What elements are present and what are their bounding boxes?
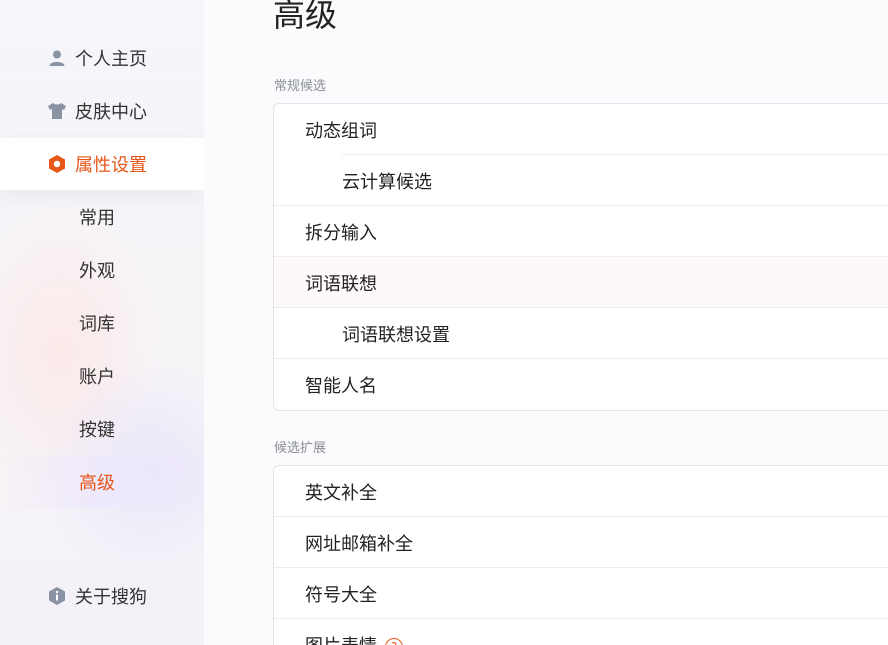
settings-card-regular: 动态组词 云计算候选 拆分输入 词语联想 词语联想设置 智能人名: [273, 103, 888, 411]
settings-card-extensions: 英文补全 网址邮箱补全 符号大全 图片表情?: [273, 465, 888, 645]
sidebar: 个人主页 皮肤中心 属性设置 常用 外观 词库 账户 按键 高级 关于搜狗: [0, 0, 204, 645]
sidebar-item-label: 属性设置: [75, 155, 147, 176]
shirt-icon: [47, 101, 67, 121]
setting-label-wrap: 图片表情?: [305, 632, 403, 645]
setting-row-english-completion[interactable]: 英文补全: [274, 466, 888, 517]
sidebar-item-properties[interactable]: 属性设置: [0, 138, 204, 190]
setting-label: 图片表情: [305, 636, 377, 645]
sidebar-sub-dictionary[interactable]: 词库: [0, 297, 204, 349]
sidebar-sub-appearance[interactable]: 外观: [0, 244, 204, 296]
sidebar-item-label: 关于搜狗: [75, 587, 147, 608]
sidebar-sub-common[interactable]: 常用: [0, 191, 204, 243]
setting-label: 智能人名: [305, 375, 377, 397]
sidebar-sub-advanced[interactable]: 高级: [0, 456, 204, 508]
setting-row-split-input[interactable]: 拆分输入: [274, 206, 888, 257]
setting-label: 云计算候选: [342, 171, 432, 193]
setting-row-image-emoji[interactable]: 图片表情?: [274, 619, 888, 645]
sidebar-item-profile[interactable]: 个人主页: [0, 32, 204, 84]
setting-row-dynamic-words[interactable]: 动态组词: [274, 104, 888, 155]
setting-label: 动态组词: [305, 120, 377, 142]
setting-row-cloud-candidates[interactable]: 云计算候选: [274, 155, 888, 206]
setting-row-url-email-completion[interactable]: 网址邮箱补全: [274, 517, 888, 568]
page-title: 高级: [273, 0, 338, 34]
user-icon: [47, 48, 67, 68]
setting-label: 词语联想设置: [342, 324, 450, 346]
setting-label: 英文补全: [305, 482, 377, 504]
setting-label: 网址邮箱补全: [305, 533, 413, 555]
sidebar-item-skin-center[interactable]: 皮肤中心: [0, 85, 204, 137]
sidebar-item-about[interactable]: 关于搜狗: [0, 570, 204, 622]
hexagon-settings-icon: [47, 154, 67, 174]
sidebar-item-label: 皮肤中心: [75, 102, 147, 123]
help-icon[interactable]: ?: [385, 637, 403, 645]
section-label-regular-candidates: 常规候选: [274, 79, 327, 94]
sidebar-sub-keys[interactable]: 按键: [0, 403, 204, 455]
sidebar-item-label: 个人主页: [75, 49, 147, 70]
setting-label: 拆分输入: [305, 222, 377, 244]
setting-row-word-association[interactable]: 词语联想: [274, 257, 888, 308]
setting-row-word-association-settings[interactable]: 词语联想设置: [274, 308, 888, 359]
setting-row-symbols[interactable]: 符号大全: [274, 568, 888, 619]
section-label-candidate-extensions: 候选扩展: [274, 441, 327, 456]
setting-label: 符号大全: [305, 584, 377, 606]
sidebar-sub-account[interactable]: 账户: [0, 350, 204, 402]
setting-label: 词语联想: [305, 273, 377, 295]
setting-row-smart-names[interactable]: 智能人名: [274, 359, 888, 410]
info-hexagon-icon: [47, 586, 67, 606]
